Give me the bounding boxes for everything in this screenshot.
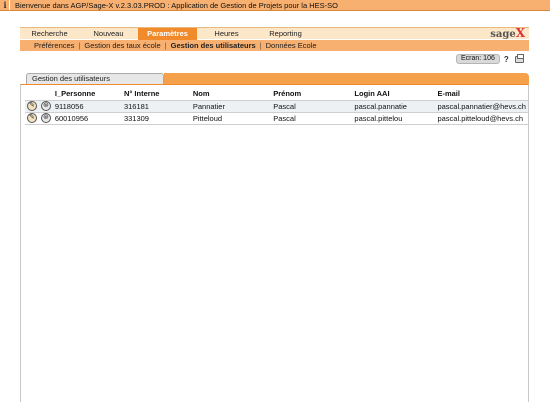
main-tabs: Recherche Nouveau Paramètres Heures Repo… — [20, 26, 529, 40]
cell-prenom: Pascal — [271, 111, 353, 125]
subnav-separator: | — [164, 41, 167, 50]
table-row: ✎ ⊛ 60010956 331309 Pitteloud Pascal pas… — [25, 111, 528, 125]
column-header[interactable]: N° Interne — [122, 88, 191, 100]
printer-icon[interactable] — [514, 53, 524, 63]
view-icon[interactable]: ⊛ — [40, 113, 51, 123]
edit-icon[interactable]: ✎ — [26, 113, 37, 123]
screen-number-badge: Ecran: 106 — [456, 54, 500, 64]
screen-info: Ecran: 106 ? — [456, 53, 524, 65]
view-icon[interactable]: ⊛ — [40, 101, 51, 111]
cell-login: pascal.pittelou — [352, 111, 436, 125]
cell-n-interne: 316181 — [121, 99, 191, 112]
section-header-bar — [164, 73, 529, 84]
subnav-donnees-ecole[interactable]: Données Ecole — [266, 41, 317, 50]
tab-recherche[interactable]: Recherche — [20, 28, 79, 40]
users-panel: I_Personne N° Interne Nom Prénom Login A… — [20, 84, 529, 402]
cell-n-interne: 331309 — [121, 111, 191, 125]
info-text: Bienvenue dans AGP/Sage-X v.2.3.03.PROD … — [15, 0, 338, 10]
subnav-preferences[interactable]: Préférences — [34, 41, 74, 50]
cell-i-personne: 60010956 — [52, 111, 122, 125]
tab-nouveau[interactable]: Nouveau — [79, 28, 138, 40]
info-bar: i Bienvenue dans AGP/Sage-X v.2.3.03.PRO… — [0, 0, 550, 11]
cell-email: pascal.pannatier@hevs.ch — [435, 99, 528, 112]
cell-prenom: Pascal — [271, 99, 353, 112]
subnav-separator: | — [78, 41, 81, 50]
cell-nom: Pitteloud — [190, 111, 272, 125]
tab-reporting[interactable]: Reporting — [256, 28, 315, 40]
column-header[interactable]: Login AAI — [352, 88, 435, 100]
subnav-separator: | — [259, 41, 262, 50]
table-row: ✎ ⊛ 9118056 316181 Pannatier Pascal pasc… — [25, 99, 528, 112]
tab-parametres[interactable]: Paramètres — [138, 28, 197, 40]
sage-x-logo: sageX — [490, 26, 525, 40]
cell-login: pascal.pannatie — [352, 99, 436, 112]
section-title-tab: Gestion des utilisateurs — [26, 73, 164, 84]
edit-icon[interactable]: ✎ — [26, 101, 37, 111]
column-header[interactable]: Nom — [191, 88, 271, 100]
subnav-gestion-taux[interactable]: Gestion des taux école — [84, 41, 160, 50]
cell-nom: Pannatier — [190, 99, 272, 112]
column-header[interactable]: I_Personne — [53, 88, 122, 100]
cell-i-personne: 9118056 — [52, 99, 122, 112]
info-icon: i — [1, 0, 10, 10]
sub-navigation: Préférences | Gestion des taux école | G… — [20, 40, 529, 51]
help-icon[interactable]: ? — [504, 55, 509, 64]
subnav-gestion-utilisateurs[interactable]: Gestion des utilisateurs — [171, 41, 256, 50]
table-header-row: I_Personne N° Interne Nom Prénom Login A… — [25, 88, 528, 100]
screen-number: Ecran: 106 — [461, 55, 495, 62]
column-header[interactable]: E-mail — [435, 88, 528, 100]
users-table: I_Personne N° Interne Nom Prénom Login A… — [25, 88, 528, 125]
cell-email: pascal.pitteloud@hevs.ch — [435, 111, 528, 125]
tab-heures[interactable]: Heures — [197, 28, 256, 40]
column-header[interactable]: Prénom — [271, 88, 352, 100]
